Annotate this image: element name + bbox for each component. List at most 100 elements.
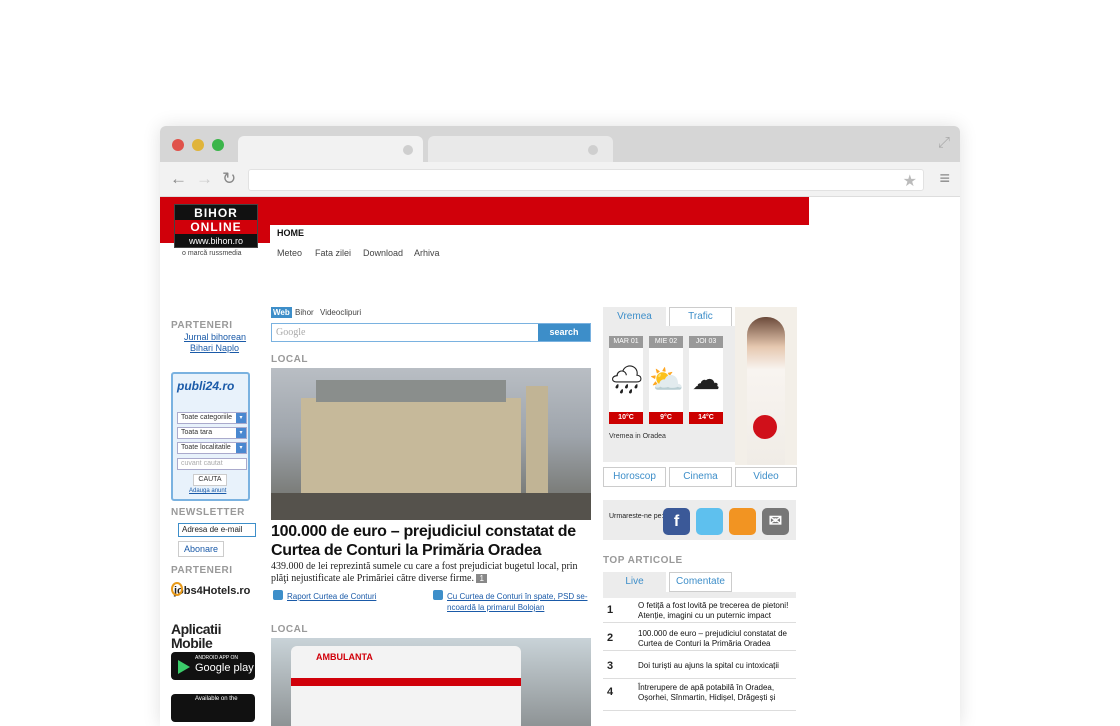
- building-roof: [316, 380, 506, 402]
- maximize-window-button[interactable]: [212, 139, 224, 151]
- twitter-icon[interactable]: [696, 508, 723, 535]
- parteneri-label-2: PARTENERI: [171, 565, 233, 576]
- top-article-title[interactable]: 100.000 de euro – prejudiciul constatat …: [638, 629, 793, 649]
- building-shape: [301, 398, 521, 493]
- follow-panel: Urmareste-ne pe: f ✉: [603, 500, 796, 540]
- cinema-button[interactable]: Cinema: [669, 467, 732, 487]
- bookmark-star-icon[interactable]: ★: [903, 171, 917, 191]
- add-ad-link[interactable]: Adauga anunt: [189, 488, 226, 494]
- google-play-button[interactable]: ANDROID APP ON Google play: [171, 652, 255, 680]
- article-headline[interactable]: 100.000 de euro – prejudiciul constatat …: [271, 522, 591, 560]
- sun-cloud-icon: ⛅: [649, 348, 684, 412]
- newsletter-subscribe-button[interactable]: Abonare: [178, 541, 224, 557]
- expand-icon[interactable]: ⤢: [938, 134, 950, 151]
- related-link-raport[interactable]: Raport Curtea de Conturi: [287, 591, 427, 602]
- street: [271, 493, 591, 520]
- nav-joburi[interactable]: JOBURI: [756, 228, 790, 238]
- search-input[interactable]: Google: [276, 327, 305, 338]
- play-store-icon: [178, 660, 190, 674]
- publi24-search-button[interactable]: CAUTA: [193, 474, 227, 486]
- search-tab-web[interactable]: Web: [271, 307, 292, 318]
- article-photo-ambulance[interactable]: AMBULANTA: [271, 638, 591, 726]
- close-window-button[interactable]: [172, 139, 184, 151]
- nav-comunitate[interactable]: COMUNITATE: [480, 228, 539, 238]
- advertisement-image[interactable]: [735, 307, 797, 465]
- facebook-icon[interactable]: f: [663, 508, 690, 535]
- clock-tower: [526, 386, 548, 496]
- comment-count-badge[interactable]: 1: [476, 574, 487, 583]
- address-bar[interactable]: ★: [248, 169, 924, 191]
- nav-bestauto[interactable]: BESTAUTO: [594, 228, 643, 238]
- browser-menu-icon[interactable]: ≡: [939, 168, 950, 189]
- chevron-down-icon: ▾: [236, 413, 246, 423]
- nav-sport[interactable]: SPORT: [395, 228, 426, 238]
- search-tab-bihor[interactable]: Bihor: [295, 308, 314, 317]
- top-article-row[interactable]: 2 100.000 de euro – prejudiciul constatat…: [603, 627, 796, 651]
- nav-publi24[interactable]: PUBLI24: [705, 228, 742, 238]
- nav-home[interactable]: HOME: [271, 225, 310, 243]
- tab-vremea[interactable]: Vremea: [603, 307, 666, 327]
- browser-tab-active[interactable]: [238, 136, 423, 162]
- jobs4hotels-logo[interactable]: jobs4Hotels.ro: [174, 585, 250, 597]
- app-store-button[interactable]: Available on the: [171, 694, 255, 722]
- nav-video[interactable]: VIDEO: [353, 228, 381, 238]
- forward-icon[interactable]: →: [196, 169, 213, 189]
- google-play-text: Google play: [195, 662, 254, 674]
- logo-line-1: BIHOR: [194, 206, 238, 220]
- top-article-title[interactable]: Întrerupere de apă potabilă în Oradea, O…: [638, 683, 793, 703]
- horoscop-button[interactable]: Horoscop: [603, 467, 666, 487]
- article-photo-city-hall[interactable]: [271, 368, 591, 520]
- tab-comentate[interactable]: Comentate: [669, 572, 732, 592]
- top-article-row[interactable]: 4 Întrerupere de apă potabilă în Oradea, …: [603, 681, 796, 711]
- back-icon[interactable]: ←: [170, 169, 187, 189]
- top-article-title[interactable]: Doi turiști au ajuns la spital cu intoxi…: [638, 661, 793, 671]
- partner-link-bihari[interactable]: Bihari Naplo: [190, 343, 239, 353]
- top-article-row[interactable]: 3 Doi turiști au ajuns la spital cu intox…: [603, 655, 796, 679]
- apps-label: Aplicatii Mobile: [171, 622, 221, 650]
- search-tab-videoclipuri[interactable]: Videoclipuri: [320, 308, 361, 317]
- top-articles-label: TOP ARTICOLE: [603, 555, 683, 566]
- tab-trafic[interactable]: Trafic: [669, 307, 732, 327]
- site-logo[interactable]: BIHOR ONLINE www.bihon.ro: [174, 204, 258, 248]
- nav-stiri[interactable]: ȘTIRI: [318, 228, 341, 238]
- video-button[interactable]: Video: [735, 467, 797, 487]
- weather-caption[interactable]: Vremea in Oradea: [609, 433, 666, 440]
- publi24-widget: publi24.ro Toate categoriile ▾ Toata tara…: [171, 372, 250, 501]
- weather-day-1: MAR 01 🌧 10°C: [609, 336, 645, 424]
- top-article-title[interactable]: O fetiță a fost lovită pe trecerea de pi…: [638, 601, 793, 621]
- browser-tab[interactable]: [428, 136, 613, 162]
- google-play-small-text: ANDROID APP ON: [195, 655, 238, 661]
- article-lead: 439.000 de lei reprezintă sumele cu care…: [271, 561, 591, 585]
- subnav-download[interactable]: Download: [363, 248, 403, 258]
- google-search-box[interactable]: Google search: [271, 323, 591, 342]
- top-article-number: 2: [607, 632, 614, 644]
- minimize-window-button[interactable]: [192, 139, 204, 151]
- related-link-psd[interactable]: Cu Curtea de Conturi în spate, PSD se-nc…: [447, 591, 592, 613]
- nav-party[interactable]: PARTY: [438, 228, 468, 238]
- newsletter-email-input[interactable]: Adresa de e-mail: [178, 523, 256, 537]
- parteneri-label: PARTENERI: [171, 320, 233, 331]
- cloud-icon: ☁: [689, 348, 723, 412]
- tab-live[interactable]: Live: [603, 572, 666, 592]
- category-select[interactable]: Toate categoriile ▾: [177, 412, 247, 424]
- tab-favicon-icon: [403, 145, 413, 155]
- top-article-row[interactable]: 1 O fetiță a fost lovită pe trecerea de p…: [603, 599, 796, 623]
- region-select[interactable]: Toata tara ▾: [177, 427, 247, 439]
- article-lead-text: 439.000 de lei reprezintă sumele cu care…: [271, 561, 578, 584]
- subnav-arhiva[interactable]: Arhiva: [414, 248, 440, 258]
- locality-select[interactable]: Toate localitatile ▾: [177, 442, 247, 454]
- tab-strip: ⤢: [160, 126, 960, 162]
- day-name: MAR 01: [609, 336, 643, 348]
- search-button[interactable]: search: [538, 324, 590, 341]
- partner-link-jurnal[interactable]: Jurnal bihorean: [184, 332, 246, 342]
- subnav-fata-zilei[interactable]: Fata zilei: [315, 248, 351, 258]
- rain-cloud-icon: 🌧: [609, 348, 645, 412]
- app-store-small-text: Available on the: [195, 696, 238, 702]
- subnav-meteo[interactable]: Meteo: [277, 248, 302, 258]
- nav-romimo[interactable]: ROMIMO: [654, 228, 692, 238]
- publi24-logo[interactable]: publi24.ro: [177, 379, 234, 393]
- email-icon[interactable]: ✉: [762, 508, 789, 535]
- rss-icon[interactable]: [729, 508, 756, 535]
- reload-icon[interactable]: ↻: [222, 169, 236, 189]
- keyword-input[interactable]: cuvant cautat: [177, 458, 247, 470]
